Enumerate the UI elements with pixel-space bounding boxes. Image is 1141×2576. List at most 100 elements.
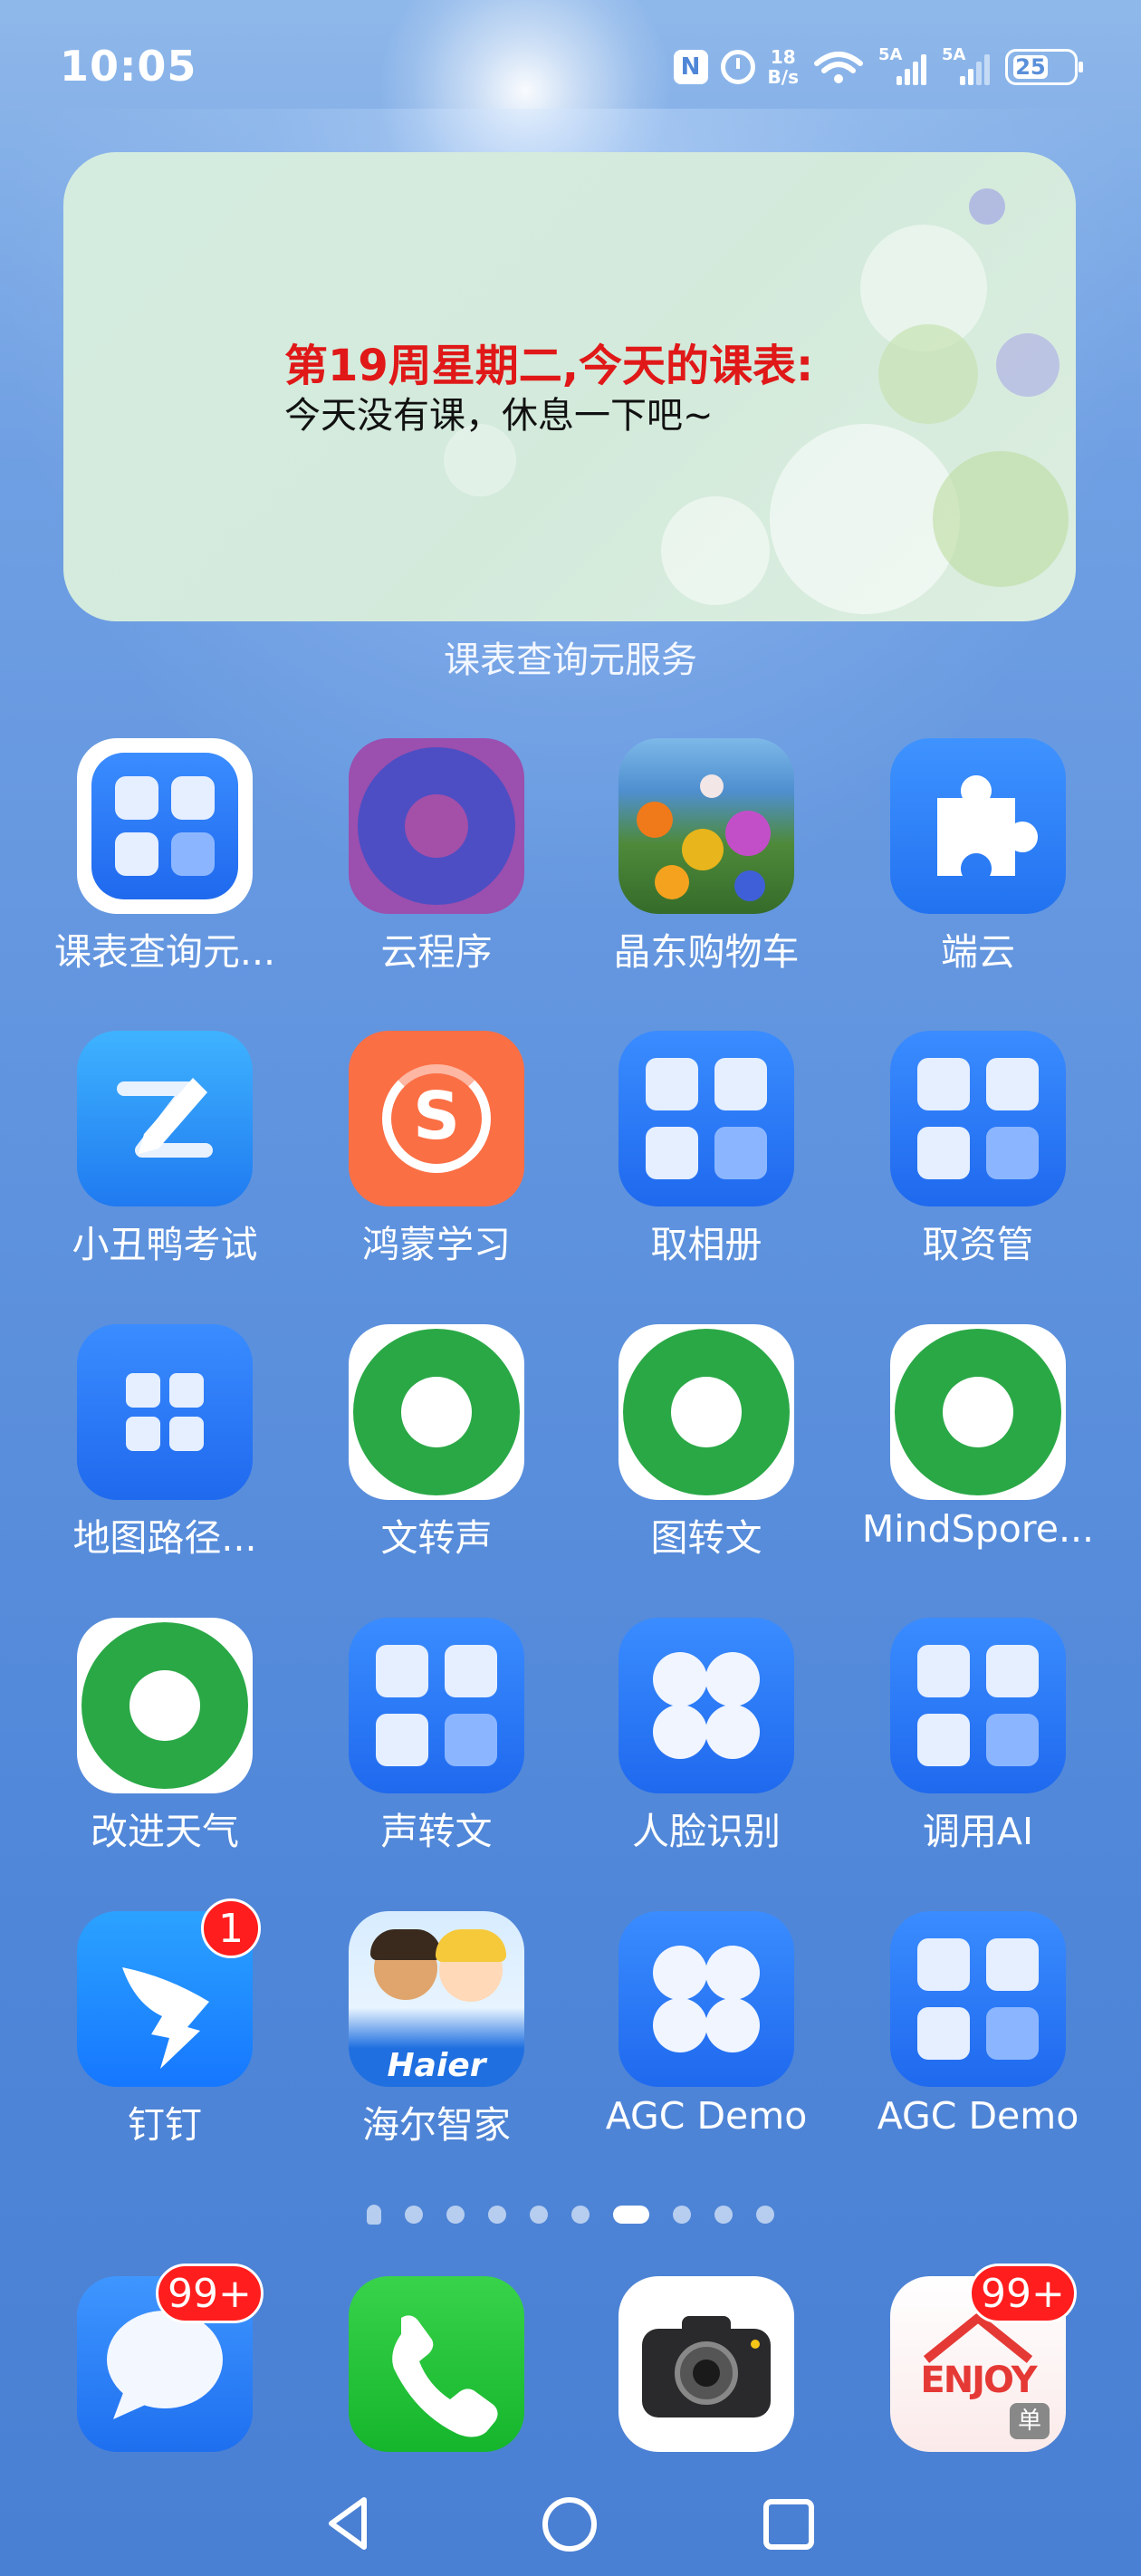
haier-brand-text: Haier [387, 2047, 486, 2084]
app-image-to-text[interactable]: 图转文 [570, 1324, 842, 1562]
app-label: 人脸识别 [632, 1810, 781, 1853]
dock-phone[interactable] [301, 2276, 572, 2452]
app-label: MindSpore... [861, 1507, 1095, 1551]
enjoy-tag: 单 [1010, 2403, 1050, 2439]
pencil-icon [77, 1031, 253, 1206]
app-label: 钉钉 [128, 2103, 202, 2147]
page-dot-search[interactable] [367, 2205, 381, 2225]
clover-icon [618, 1911, 794, 2087]
signal-1-icon: 5A [878, 45, 929, 85]
app-mindspore[interactable]: MindSpore... [842, 1324, 1114, 1551]
app-shopping-cart[interactable]: 晶东购物车 [570, 738, 842, 976]
s-logo-icon: S [349, 1031, 524, 1206]
back-icon[interactable] [324, 2496, 375, 2551]
haier-icon: Haier [349, 1911, 524, 2087]
navigation-bar [0, 2496, 1141, 2552]
page-dot[interactable] [756, 2206, 774, 2224]
green-ring-icon [890, 1324, 1066, 1500]
widget-title: 第19周星期二,今天的课表: [284, 341, 814, 391]
app-grid-icon [890, 1911, 1066, 2087]
network-speed-value: 18 [770, 46, 796, 68]
app-device-cloud[interactable]: 端云 [842, 738, 1114, 976]
app-label: 图转文 [650, 1516, 762, 1560]
app-map-route[interactable]: 地图路径... [29, 1324, 301, 1562]
app-get-album[interactable]: 取相册 [570, 1031, 842, 1268]
camera-icon [618, 2276, 794, 2452]
app-grid-icon [618, 1031, 794, 1206]
clover-icon [618, 1618, 794, 1793]
green-ring-icon [77, 1618, 253, 1793]
battery-level: 25 [1013, 54, 1048, 80]
page-dot[interactable] [488, 2206, 506, 2224]
dock-camera[interactable] [570, 2276, 842, 2452]
signal-2-icon: 5A [942, 45, 992, 85]
app-grid-icon [890, 1031, 1066, 1206]
app-get-assets[interactable]: 取资管 [842, 1031, 1114, 1268]
page-dot[interactable] [530, 2206, 548, 2224]
flowers-photo-icon [618, 738, 794, 914]
app-agc-demo-1[interactable]: AGC Demo [570, 1911, 842, 2138]
app-text-to-speech[interactable]: 文转声 [301, 1324, 572, 1562]
widget-caption: 课表查询元服务 [444, 639, 697, 681]
page-dot[interactable] [405, 2206, 423, 2224]
app-grid-icon [349, 1618, 524, 1793]
app-label: 课表查询元... [53, 930, 276, 974]
app-face-recognition[interactable]: 人脸识别 [570, 1618, 842, 1855]
page-dot-active[interactable] [613, 2206, 649, 2224]
page-dot[interactable] [673, 2206, 691, 2224]
battery-icon: 25 [1005, 49, 1083, 85]
enjoy-sign-text: ENJOY [920, 2360, 1037, 2401]
notification-badge: 1 [201, 1898, 261, 1958]
green-ring-icon [349, 1324, 524, 1500]
app-grid-icon [77, 738, 253, 914]
app-grid-icon [890, 1618, 1066, 1793]
app-agc-demo-2[interactable]: AGC Demo [842, 1911, 1114, 2138]
app-timetable-service[interactable]: 课表查询元... [29, 738, 301, 976]
app-harmony-learning[interactable]: S 鸿蒙学习 [301, 1031, 572, 1268]
signal-2-label: 5A [942, 45, 966, 64]
app-label: 地图路径... [72, 1516, 257, 1560]
app-label: 取资管 [922, 1223, 1034, 1266]
app-haier[interactable]: Haier 海尔智家 [301, 1911, 572, 2148]
dock-messages[interactable]: 99+ [29, 2264, 301, 2452]
purple-circle-icon [349, 738, 524, 914]
app-label: AGC Demo [877, 2094, 1079, 2138]
home-icon[interactable] [542, 2496, 598, 2552]
app-cloud-program[interactable]: 云程序 [301, 738, 572, 976]
network-speed-unit: B/s [767, 66, 799, 88]
app-label: 声转文 [380, 1810, 493, 1853]
app-label: 文转声 [380, 1516, 493, 1560]
page-dot[interactable] [446, 2206, 465, 2224]
notification-badge: 99+ [969, 2264, 1077, 2323]
status-time: 10:05 [60, 42, 197, 91]
puzzle-icon [890, 738, 1066, 914]
signal-1-label: 5A [878, 45, 903, 64]
page-dot[interactable] [714, 2206, 733, 2224]
green-ring-icon [618, 1324, 794, 1500]
page-dot[interactable] [571, 2206, 590, 2224]
app-grid-icon [77, 1324, 253, 1500]
network-speed: 18 B/s [768, 47, 799, 87]
app-label: 改进天气 [91, 1810, 239, 1853]
timetable-widget[interactable]: 第19周星期二,今天的课表: 今天没有课，休息一下吧~ [63, 152, 1076, 621]
app-weather[interactable]: 改进天气 [29, 1618, 301, 1855]
app-label: 鸿蒙学习 [362, 1223, 511, 1266]
wifi-icon [814, 52, 863, 83]
recents-icon[interactable] [762, 2498, 815, 2551]
app-call-ai[interactable]: 调用AI [842, 1618, 1114, 1855]
nfc-icon: N [673, 50, 708, 84]
notification-badge: 99+ [156, 2264, 264, 2323]
dock-enjoy[interactable]: ENJOY 单 99+ [842, 2264, 1114, 2452]
page-indicator[interactable] [0, 2205, 1141, 2225]
app-label: 调用AI [922, 1810, 1034, 1853]
app-label: 海尔智家 [362, 2103, 511, 2147]
app-label: AGC Demo [605, 2094, 808, 2138]
app-dingtalk[interactable]: 1 钉钉 [29, 1898, 301, 2148]
widget-message: 今天没有课，休息一下吧~ [284, 395, 714, 437]
status-icons: N 18 B/s 5A 5A 25 [673, 45, 1083, 87]
app-speech-to-text[interactable]: 声转文 [301, 1618, 572, 1855]
alarm-icon [720, 50, 755, 84]
app-exam[interactable]: 小丑鸭考试 [29, 1031, 301, 1268]
app-label: 端云 [941, 930, 1015, 974]
app-label: 取相册 [650, 1223, 762, 1266]
